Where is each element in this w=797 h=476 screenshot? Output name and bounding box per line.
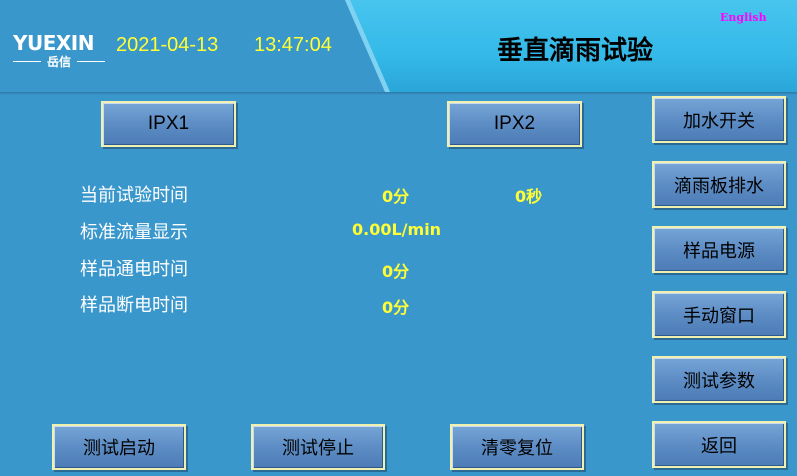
test-time-label: 当前试验时间 xyxy=(80,185,188,206)
header-shadow xyxy=(0,92,797,95)
power-on-time-label: 样品通电时间 xyxy=(80,259,188,280)
test-stop-button[interactable]: 测试停止 xyxy=(251,424,385,470)
drip-plate-drain-button[interactable]: 滴雨板排水 xyxy=(652,161,786,208)
logo-rule-left xyxy=(13,61,41,62)
flow-label: 标准流量显示 xyxy=(80,222,188,243)
logo-subtitle: 岳信 xyxy=(13,53,105,69)
language-english-link[interactable]: English xyxy=(720,11,767,24)
power-off-time-label: 样品断电时间 xyxy=(80,295,188,316)
test-time-minutes: 0分 xyxy=(382,187,410,206)
sample-power-button[interactable]: 样品电源 xyxy=(652,226,786,273)
manual-window-button[interactable]: 手动窗口 xyxy=(652,291,786,338)
page-title: 垂直滴雨试验 xyxy=(496,36,653,66)
test-start-button[interactable]: 测试启动 xyxy=(52,424,186,470)
brand-logo: YUEXIN 岳信 xyxy=(13,31,105,71)
test-params-button[interactable]: 测试参数 xyxy=(652,356,786,403)
reset-button[interactable]: 清零复位 xyxy=(450,424,584,470)
logo-rule-right xyxy=(77,61,105,62)
logo-text: YUEXIN xyxy=(13,31,94,55)
flow-value: 0.00L/min xyxy=(352,220,442,239)
logo-chinese: 岳信 xyxy=(46,55,71,69)
ipx2-button[interactable]: IPX2 xyxy=(447,101,582,147)
water-switch-button[interactable]: 加水开关 xyxy=(652,96,786,143)
current-date: 2021-04-13 xyxy=(116,34,219,56)
back-button[interactable]: 返回 xyxy=(652,421,786,468)
power-off-time-value: 0分 xyxy=(382,298,410,317)
ipx1-button[interactable]: IPX1 xyxy=(101,101,236,147)
power-on-time-value: 0分 xyxy=(382,262,410,281)
current-time: 13:47:04 xyxy=(254,34,332,56)
test-time-seconds: 0秒 xyxy=(515,187,543,206)
